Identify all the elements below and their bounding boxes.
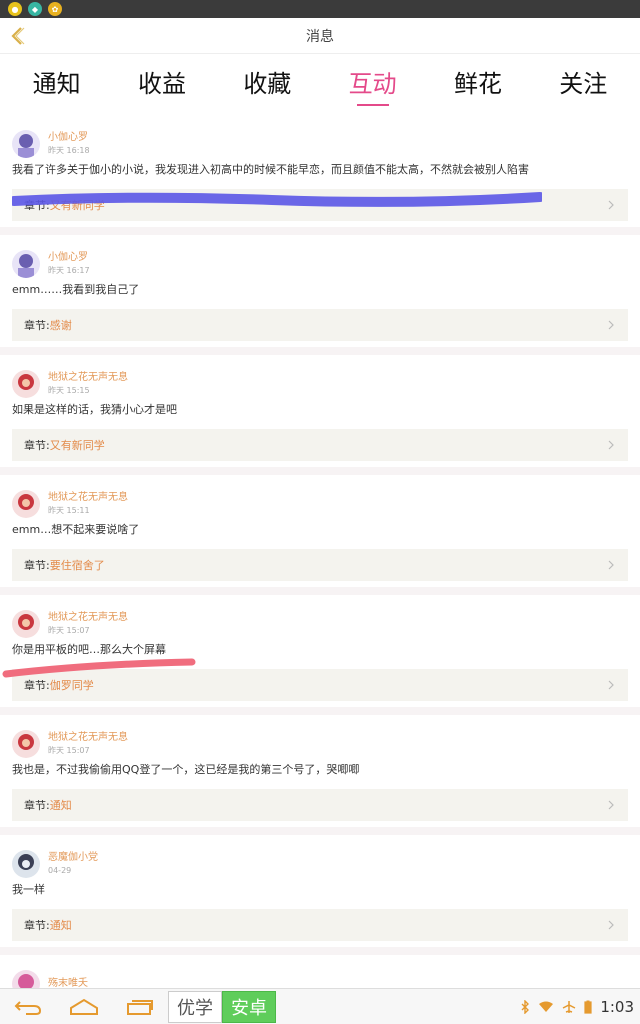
chevron-right-icon	[608, 440, 614, 450]
message-text: 我看了许多关于伽小的小说，我发现进入初高中的时候不能早恋，而且颜值不能太高，不然…	[12, 163, 529, 176]
timestamp: 昨天 15:07	[48, 745, 90, 755]
username[interactable]: 小伽心罗	[48, 252, 90, 264]
chapter-link[interactable]: 章节: 通知	[12, 909, 628, 941]
chapter-label: 章节:	[24, 319, 50, 332]
timestamp: 昨天 15:11	[48, 505, 90, 515]
message-card[interactable]: 地狱之花无声无息 昨天 15:11 emm…想不起来要说啥了 章节: 要住宿舍了	[0, 475, 640, 595]
avatar[interactable]	[12, 850, 40, 878]
chapter-name: 又有新同学	[49, 439, 105, 452]
message-list: 小伽心罗 昨天 16:18 我看了许多关于伽小的小说，我发现进入初高中的时候不能…	[0, 115, 640, 998]
highlight-stroke-red	[2, 658, 196, 678]
recent-apps-button[interactable]	[112, 989, 168, 1024]
message-card[interactable]: 恶魔伽小党 04-29 我一样 章节: 通知	[0, 835, 640, 955]
system-navbar: 优学 安卓 1:03	[0, 988, 640, 1024]
chapter-label: 章节:	[24, 919, 50, 932]
chapter-link[interactable]: 章节: 要住宿舍了	[12, 549, 628, 581]
chevron-right-icon	[608, 200, 614, 210]
username[interactable]: 恶魔伽小党	[48, 852, 98, 864]
timestamp: 昨天 16:17	[48, 265, 90, 275]
chapter-name: 感谢	[49, 319, 72, 332]
chapter-name: 通知	[49, 919, 72, 932]
home-icon	[70, 998, 98, 1015]
tab-favorites[interactable]: 收藏	[215, 54, 320, 110]
chapter-name: 要住宿舍了	[49, 559, 105, 572]
tab-interaction[interactable]: 互动	[320, 54, 425, 110]
tab-follow[interactable]: 关注	[531, 54, 636, 110]
chapter-link[interactable]: 章节: 通知	[12, 789, 628, 821]
system-tray: 1:03	[520, 998, 640, 1016]
notification-app-icon: ✿	[48, 2, 62, 16]
avatar[interactable]	[12, 370, 40, 398]
message-card[interactable]: 小伽心罗 昨天 16:17 emm……我看到我自己了 章节: 感谢	[0, 235, 640, 355]
avatar[interactable]	[12, 130, 40, 158]
chapter-link[interactable]: 章节: 又有新同学	[12, 429, 628, 461]
notification-app-icon: ◆	[28, 2, 42, 16]
message-text: emm……我看到我自己了	[12, 283, 140, 296]
timestamp: 昨天 16:18	[48, 145, 90, 155]
avatar[interactable]	[12, 730, 40, 758]
chevron-right-icon	[608, 680, 614, 690]
username[interactable]: 地狱之花无声无息	[48, 732, 128, 744]
message-text: emm…想不起来要说啥了	[12, 523, 140, 536]
wifi-icon	[539, 1001, 554, 1012]
header: 消息	[0, 18, 640, 54]
tab-flowers[interactable]: 鲜花	[425, 54, 530, 110]
message-text: 如果是这样的话，我猜小心才是吧	[12, 403, 177, 416]
chevron-right-icon	[608, 800, 614, 810]
tab-bar: 通知 收益 收藏 互动 鲜花 关注	[0, 54, 640, 110]
message-text: 你是用平板的吧…那么大个屏幕	[12, 643, 166, 656]
avatar[interactable]	[12, 610, 40, 638]
app-root: ● ◆ ✿ 消息 通知 收益 收藏 互动 鲜花 关注 小伽心罗 昨天 16:18…	[0, 0, 640, 1024]
airplane-icon	[562, 1000, 576, 1013]
message-card[interactable]: 地狱之花无声无息 昨天 15:07 你是用平板的吧…那么大个屏幕 章节: 伽罗同…	[0, 595, 640, 715]
back-icon	[14, 1000, 42, 1015]
timestamp: 昨天 15:15	[48, 385, 90, 395]
chapter-link[interactable]: 章节: 感谢	[12, 309, 628, 341]
chevron-right-icon	[608, 560, 614, 570]
back-arrow-icon[interactable]	[6, 24, 30, 48]
tab-notice[interactable]: 通知	[4, 54, 109, 110]
message-card[interactable]: 地狱之花无声无息 昨天 15:07 我也是，不过我偷偷用QQ登了一个，这已经是我…	[0, 715, 640, 835]
clock: 1:03	[600, 997, 634, 1016]
status-bar: ● ◆ ✿	[0, 0, 640, 18]
username[interactable]: 地狱之花无声无息	[48, 372, 128, 384]
page-title: 消息	[306, 28, 334, 45]
tab-earnings[interactable]: 收益	[109, 54, 214, 110]
message-card[interactable]: 小伽心罗 昨天 16:18 我看了许多关于伽小的小说，我发现进入初高中的时候不能…	[0, 115, 640, 235]
bluetooth-icon	[521, 999, 530, 1014]
avatar[interactable]	[12, 250, 40, 278]
chevron-right-icon	[608, 320, 614, 330]
recent-apps-icon	[127, 999, 153, 1015]
username[interactable]: 小伽心罗	[48, 132, 90, 144]
username[interactable]: 地狱之花无声无息	[48, 612, 128, 624]
chapter-label: 章节:	[24, 439, 50, 452]
timestamp: 04-29	[48, 865, 72, 875]
taskbar-app-android[interactable]: 安卓	[222, 990, 276, 1023]
avatar[interactable]	[12, 490, 40, 518]
home-button[interactable]	[56, 989, 112, 1024]
message-text: 我也是，不过我偷偷用QQ登了一个，这已经是我的第三个号了，哭唧唧	[12, 763, 360, 776]
back-button[interactable]	[0, 989, 56, 1024]
timestamp: 昨天 15:07	[48, 625, 90, 635]
notification-app-icon: ●	[8, 2, 22, 16]
message-text: 我一样	[12, 883, 45, 896]
chapter-name: 通知	[49, 799, 72, 812]
highlight-stroke-blue	[12, 192, 542, 207]
username[interactable]: 地狱之花无声无息	[48, 492, 128, 504]
taskbar-app-youxue[interactable]: 优学	[168, 990, 222, 1023]
chevron-right-icon	[608, 920, 614, 930]
message-card[interactable]: 地狱之花无声无息 昨天 15:15 如果是这样的话，我猜小心才是吧 章节: 又有…	[0, 355, 640, 475]
battery-icon	[584, 1000, 592, 1014]
chapter-label: 章节:	[24, 559, 50, 572]
chapter-label: 章节:	[24, 799, 50, 812]
